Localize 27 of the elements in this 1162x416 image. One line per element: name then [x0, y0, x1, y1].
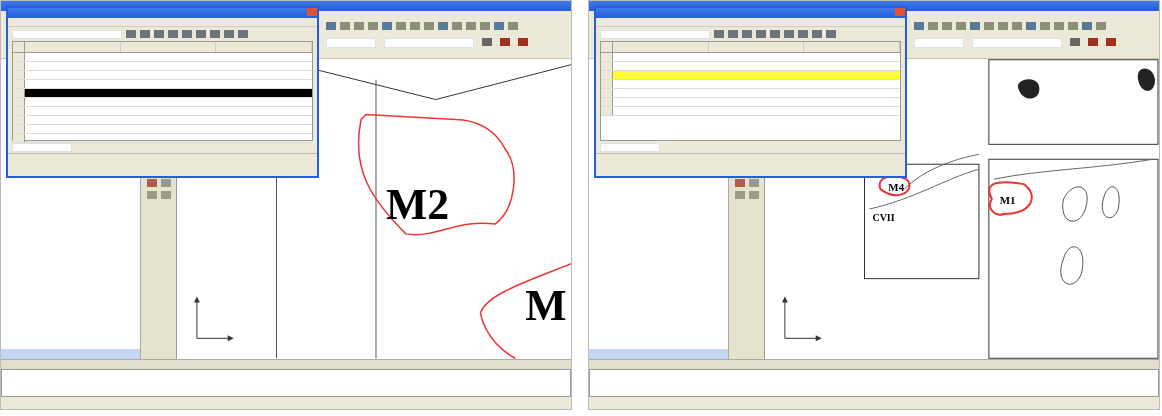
- map-label: M1: [999, 194, 1016, 207]
- record-field[interactable]: [12, 142, 72, 152]
- tool-icon[interactable]: [748, 191, 759, 199]
- dark-blob: [1017, 79, 1040, 99]
- layer-dropdown[interactable]: [326, 37, 376, 48]
- map-label: M4: [888, 181, 905, 194]
- linetype-dropdown[interactable]: [384, 37, 474, 48]
- filter-dropdown[interactable]: [12, 29, 122, 39]
- filter-dropdown[interactable]: [600, 29, 710, 39]
- linetype-dropdown[interactable]: [972, 37, 1062, 48]
- tool-icon[interactable]: [734, 179, 745, 187]
- record-field[interactable]: [600, 142, 660, 152]
- tool-icon[interactable]: [146, 191, 157, 199]
- ucs-axis-icon: [193, 296, 234, 342]
- dark-blob: [1137, 68, 1155, 91]
- tool-icon[interactable]: [748, 179, 759, 187]
- map-label: M2: [385, 179, 450, 228]
- map-label: CVII: [872, 211, 895, 223]
- layer-dropdown[interactable]: [914, 37, 964, 48]
- ucs-axis-icon: [781, 296, 822, 342]
- tool-icon[interactable]: [160, 191, 171, 199]
- tool-icon[interactable]: [734, 191, 745, 199]
- tool-icon[interactable]: [146, 179, 157, 187]
- map-label: M: [525, 281, 567, 330]
- tool-icon[interactable]: [160, 179, 171, 187]
- grid-row[interactable]: [13, 89, 312, 98]
- zone-outline: [988, 181, 1033, 216]
